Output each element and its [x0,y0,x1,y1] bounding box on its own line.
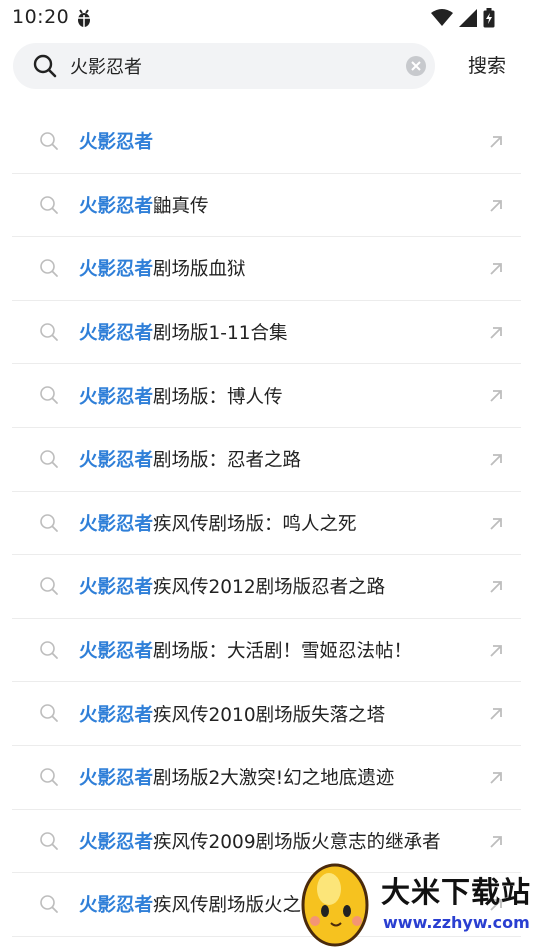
signal-icon [459,9,477,31]
suggestion-rest: 疾风传2010剧场版失落之塔 [153,704,386,726]
search-icon [39,195,59,219]
suggestion-text: 火影忍者疾风传2012剧场版忍者之路 [79,573,385,599]
search-icon [39,894,59,918]
search-box[interactable] [13,43,435,89]
suggestion-rest: 疾风传2012剧场版忍者之路 [153,577,386,599]
search-icon [39,831,59,855]
suggestion-keyword: 火影忍者 [79,450,154,472]
suggestion-keyword: 火影忍者 [79,132,154,154]
suggestion-keyword: 火影忍者 [79,323,154,345]
suggestion-keyword: 火影忍者 [79,831,154,853]
watermark-url: www.zzhyw.com [383,913,530,932]
fill-arrow-icon[interactable] [489,388,503,407]
fill-arrow-icon[interactable] [489,452,503,471]
fill-arrow-icon[interactable] [489,261,503,280]
clear-icon[interactable] [406,56,426,76]
suggestion-rest: 剧场版：博人传 [153,386,283,408]
suggestion-item[interactable]: 火影忍者剧场版2大激突!幻之地底遗迹 [12,746,521,810]
suggestion-text: 火影忍者疾风传剧场版火之 [79,891,301,917]
suggestion-rest: 剧场版2大激突!幻之地底遗迹 [153,768,395,790]
fill-arrow-icon[interactable] [489,325,503,344]
suggestion-keyword: 火影忍者 [79,895,154,917]
suggestion-rest: 剧场版1-11合集 [153,323,288,345]
suggestion-rest: 疾风传2009剧场版火意志的继承者 [153,831,441,853]
suggestion-text: 火影忍者 [79,128,153,154]
fill-arrow-icon[interactable] [489,834,503,853]
suggestion-text: 火影忍者剧场版血狱 [79,255,246,281]
suggestion-item[interactable]: 火影忍者鼬真传 [12,174,521,238]
search-icon [39,258,59,282]
fill-arrow-icon[interactable] [489,198,503,217]
search-icon [39,449,59,473]
suggestion-text: 火影忍者疾风传2009剧场版火意志的继承者 [79,828,441,854]
search-icon [39,767,59,791]
watermark: 大米下载站 www.zzhyw.com [295,855,533,947]
fill-arrow-icon[interactable] [489,134,503,153]
suggestion-keyword: 火影忍者 [79,704,154,726]
suggestion-rest: 剧场版：大活剧！雪姬忍法帖！ [153,641,413,663]
suggestion-keyword: 火影忍者 [79,513,154,535]
fill-arrow-icon[interactable] [489,706,503,725]
search-icon [39,576,59,600]
suggestion-keyword: 火影忍者 [79,768,154,790]
fill-arrow-icon[interactable] [489,770,503,789]
suggestion-keyword: 火影忍者 [79,386,154,408]
suggestion-text: 火影忍者疾风传2010剧场版失落之塔 [79,701,385,727]
suggestion-item[interactable]: 火影忍者疾风传2012剧场版忍者之路 [12,555,521,619]
search-button[interactable]: 搜索 [457,43,517,89]
search-icon [33,54,57,82]
suggestion-item[interactable]: 火影忍者疾风传剧场版：鸣人之死 [12,492,521,556]
suggestion-keyword: 火影忍者 [79,259,154,281]
suggestion-keyword: 火影忍者 [79,577,154,599]
fill-arrow-icon[interactable] [489,516,503,535]
suggestion-item[interactable]: 火影忍者疾风传2010剧场版失落之塔 [12,682,521,746]
search-icon [39,131,59,155]
battery-charging-icon [483,8,495,32]
suggestion-keyword: 火影忍者 [79,641,154,663]
search-icon [39,322,59,346]
suggestion-item[interactable]: 火影忍者剧场版：大活剧！雪姬忍法帖！ [12,619,521,683]
suggestion-rest: 疾风传剧场版：鸣人之死 [153,513,357,535]
suggestion-item[interactable]: 火影忍者剧场版：博人传 [12,364,521,428]
suggestion-keyword: 火影忍者 [79,195,154,217]
suggestion-item[interactable]: 火影忍者剧场版1-11合集 [12,301,521,365]
fill-arrow-icon[interactable] [489,643,503,662]
suggestion-text: 火影忍者剧场版：忍者之路 [79,446,301,472]
suggestion-item[interactable]: 火影忍者剧场版：忍者之路 [12,428,521,492]
suggestion-text: 火影忍者剧场版2大激突!幻之地底遗迹 [79,764,394,790]
fill-arrow-icon[interactable] [489,579,503,598]
search-icon [39,385,59,409]
mascot-logo [301,863,369,947]
status-time: 10:20 [12,6,70,28]
suggestion-text: 火影忍者剧场版：博人传 [79,383,283,409]
suggestion-rest: 疾风传剧场版火之 [153,895,302,917]
suggestion-text: 火影忍者剧场版：大活剧！雪姬忍法帖！ [79,637,412,663]
status-bar: 10:20 [0,0,533,36]
suggestion-text: 火影忍者剧场版1-11合集 [79,319,288,345]
search-icon [39,640,59,664]
watermark-title: 大米下载站 [381,875,532,909]
bug-icon [75,8,93,32]
suggestion-item[interactable]: 火影忍者剧场版血狱 [12,237,521,301]
suggestion-rest: 剧场版：忍者之路 [153,450,302,472]
suggestion-text: 火影忍者鼬真传 [79,192,209,218]
suggestion-text: 火影忍者疾风传剧场版：鸣人之死 [79,510,357,536]
search-input[interactable] [70,43,390,89]
suggestion-rest: 鼬真传 [153,195,209,217]
search-icon [39,703,59,727]
suggestion-item[interactable]: 火影忍者 [12,110,521,174]
suggestion-rest: 剧场版血狱 [153,259,246,281]
search-icon [39,513,59,537]
suggestion-list: 火影忍者 火影忍者鼬真传 火影忍者剧场版血狱 火影忍者剧场版1-11合集 火影忍者剧场版… [12,110,521,937]
wifi-icon [431,9,453,31]
